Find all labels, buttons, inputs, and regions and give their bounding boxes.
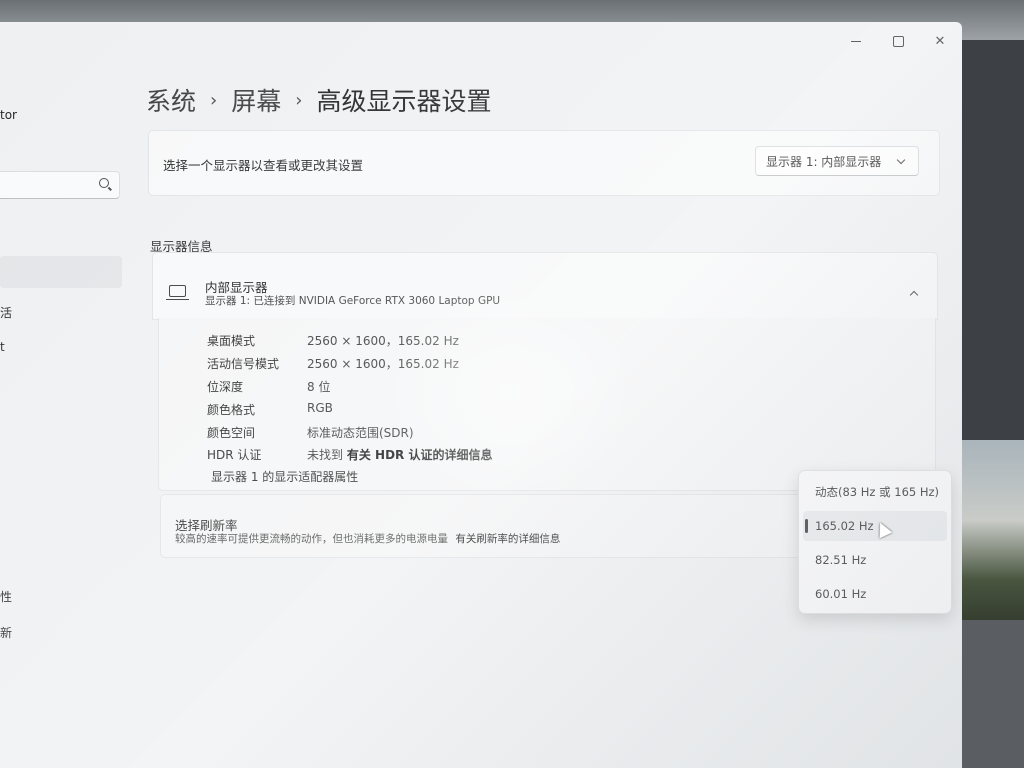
minimize-button[interactable] xyxy=(836,28,876,54)
display-selector-card: 选择一个显示器以查看或更改其设置 显示器 1: 内部显示器 xyxy=(148,130,940,196)
display-connection: 显示器 1: 已连接到 NVIDIA GeForce RTX 3060 Lapt… xyxy=(205,295,501,307)
sidebar-item-fragment[interactable]: t xyxy=(0,340,5,354)
settings-window: ✕ tor 活 t 性 新 系统 › 屏幕 › 高级显示器设置 选择一个显示器以… xyxy=(0,22,962,768)
info-row-hdr: HDR 认证 未找到 有关 HDR 认证的详细信息 xyxy=(207,446,492,463)
info-value: RGB xyxy=(307,401,333,415)
refresh-rate-description: 较高的速率可提供更流畅的动作，但也消耗更多的电源电量 有关刷新率的详细信息 xyxy=(175,531,560,546)
refresh-option-60[interactable]: 60.01 Hz xyxy=(803,579,947,609)
search-input[interactable] xyxy=(0,171,120,199)
page-title: 高级显示器设置 xyxy=(316,87,492,116)
info-key: 颜色格式 xyxy=(207,403,256,417)
info-row-bit-depth: 位深度 8 位 xyxy=(207,378,330,395)
info-value: 标准动态范围(SDR) xyxy=(307,426,414,440)
info-key: 活动信号模式 xyxy=(207,357,280,371)
chevron-down-icon xyxy=(896,155,906,165)
refresh-option-82[interactable]: 82.51 Hz xyxy=(803,545,947,575)
maximize-button[interactable] xyxy=(878,28,918,54)
close-button[interactable]: ✕ xyxy=(920,28,960,54)
collapse-button[interactable] xyxy=(909,283,919,302)
user-name-fragment: tor xyxy=(0,108,17,122)
close-icon: ✕ xyxy=(934,33,946,49)
info-row-active-signal: 活动信号模式 2560 × 1600，165.02 Hz xyxy=(207,355,459,372)
minimize-icon xyxy=(851,40,861,42)
maximize-icon xyxy=(892,35,904,47)
refresh-rate-desc-text: 较高的速率可提供更流畅的动作，但也消耗更多的电源电量 xyxy=(175,533,448,545)
refresh-rate-card: 选择刷新率 较高的速率可提供更流畅的动作，但也消耗更多的电源电量 有关刷新率的详… xyxy=(160,494,807,558)
info-row-color-space: 颜色空间 标准动态范围(SDR) xyxy=(207,424,414,441)
display-selector-label: 选择一个显示器以查看或更改其设置 xyxy=(163,158,364,173)
display-info-details: 桌面模式 2560 × 1600，165.02 Hz 活动信号模式 2560 ×… xyxy=(158,318,936,491)
breadcrumb-display[interactable]: 屏幕 xyxy=(231,82,281,118)
info-key: 桌面模式 xyxy=(207,334,256,348)
search-icon[interactable] xyxy=(99,178,109,188)
refresh-option-dynamic[interactable]: 动态(83 Hz 或 165 Hz) xyxy=(803,477,947,507)
info-row-desktop-mode: 桌面模式 2560 × 1600，165.02 Hz xyxy=(207,332,459,349)
display-info-header[interactable]: 内部显示器 显示器 1: 已连接到 NVIDIA GeForce RTX 306… xyxy=(152,252,938,320)
info-value: 2560 × 1600，165.02 Hz xyxy=(307,334,459,348)
info-row-color-format: 颜色格式 RGB xyxy=(207,401,333,418)
refresh-rate-info-link[interactable]: 有关刷新率的详细信息 xyxy=(455,533,560,545)
info-value: 2560 × 1600，165.02 Hz xyxy=(307,357,459,371)
hdr-status: 未找到 xyxy=(307,448,344,462)
display-dropdown[interactable]: 显示器 1: 内部显示器 xyxy=(755,146,919,176)
chevron-right-icon: › xyxy=(210,89,218,111)
info-value: 8 位 xyxy=(307,380,331,394)
display-dropdown-value: 显示器 1: 内部显示器 xyxy=(766,154,882,169)
sidebar-item-fragment[interactable]: 性 xyxy=(0,588,12,605)
refresh-rate-dropdown-list: 动态(83 Hz 或 165 Hz) 165.02 Hz 82.51 Hz 60… xyxy=(798,470,952,614)
breadcrumb: 系统 › 屏幕 › 高级显示器设置 xyxy=(146,82,491,118)
sidebar-item-fragment[interactable]: 活 xyxy=(0,304,12,321)
adapter-properties-link[interactable]: 显示器 1 的显示适配器属性 xyxy=(211,468,358,485)
monitor-icon xyxy=(166,285,189,301)
hdr-info-link[interactable]: 有关 HDR 认证的详细信息 xyxy=(347,448,493,462)
sidebar-item-fragment[interactable]: 新 xyxy=(0,624,12,641)
info-value: 未找到 有关 HDR 认证的详细信息 xyxy=(307,446,492,463)
selection-indicator xyxy=(805,519,808,533)
sidebar-item-selected[interactable] xyxy=(0,256,122,288)
chevron-right-icon: › xyxy=(295,89,303,111)
refresh-option-label: 165.02 Hz xyxy=(815,519,874,533)
info-key: 位深度 xyxy=(207,380,244,394)
info-key: HDR 认证 xyxy=(207,448,262,462)
breadcrumb-system[interactable]: 系统 xyxy=(146,82,196,118)
info-key: 颜色空间 xyxy=(207,426,256,440)
chevron-up-icon xyxy=(909,290,919,300)
